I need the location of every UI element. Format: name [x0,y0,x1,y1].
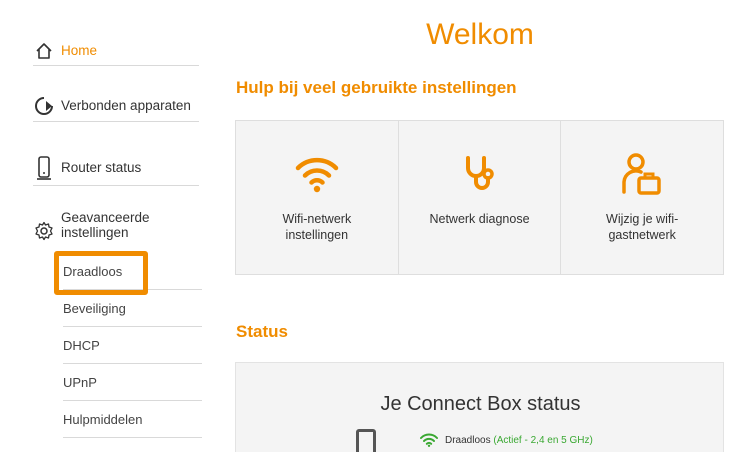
router-icon [33,155,55,180]
sidebar: Home Verbonden apparaten Router status G… [0,0,210,452]
card-network-diagnosis[interactable]: Netwerk diagnose [399,121,562,274]
sidebar-subitem-upnp[interactable]: UPnP [63,364,202,401]
sidebar-item-router-status[interactable]: Router status [33,150,199,186]
sidebar-subitem-dhcp[interactable]: DHCP [63,327,202,364]
page-title: Welkom [426,18,534,51]
card-label: Wijzig je wifi- gastnetwerk [606,212,679,242]
sidebar-item-connected-devices[interactable]: Verbonden apparaten [33,90,199,122]
help-section-title: Hulp bij veel gebruikte instellingen [236,78,517,97]
wifi-status-text: (Actief - 2,4 en 5 GHz) [493,434,593,446]
sidebar-subitem-security[interactable]: Beveiliging [63,290,202,327]
wifi-icon [294,151,340,197]
sidebar-item-home[interactable]: Home [33,36,199,66]
status-heading: Je Connect Box status [380,393,581,415]
sidebar-item-label: Home [61,43,98,58]
wifi-status-icon [420,433,438,447]
sidebar-item-advanced-settings[interactable]: Geavanceerde instellingen [33,210,199,252]
home-icon [33,40,55,62]
sidebar-item-label: Verbonden apparaten [61,98,191,113]
card-wifi-settings[interactable]: Wifi-netwerk instellingen [236,121,399,274]
help-cards: Wifi-netwerk instellingen Netwerk diagno… [235,120,724,275]
guest-user-icon [619,151,665,197]
gear-icon [33,220,55,242]
wifi-status-row: Draadloos (Actief - 2,4 en 5 GHz) [420,433,593,447]
devices-icon [33,95,55,117]
sidebar-subitem-tools[interactable]: Hulpmiddelen [63,401,202,438]
router-device-icon [356,429,376,452]
advanced-label-line1: Geavanceerde [61,210,150,225]
sidebar-item-label: Router status [61,160,142,175]
advanced-label-line2: instellingen [61,225,129,240]
card-label: Wifi-netwerk instellingen [282,212,352,242]
sidebar-subitem-wireless[interactable]: Draadloos [63,253,202,290]
card-guest-network[interactable]: Wijzig je wifi- gastnetwerk [561,121,723,274]
status-section-title: Status [236,322,288,341]
stethoscope-icon [457,151,503,197]
status-panel: Je Connect Box status Draadloos (Actief … [235,362,724,452]
wifi-label: Draadloos [445,434,491,446]
sidebar-item-label: Geavanceerde instellingen [61,210,150,240]
card-label: Netwerk diagnose [429,212,530,226]
